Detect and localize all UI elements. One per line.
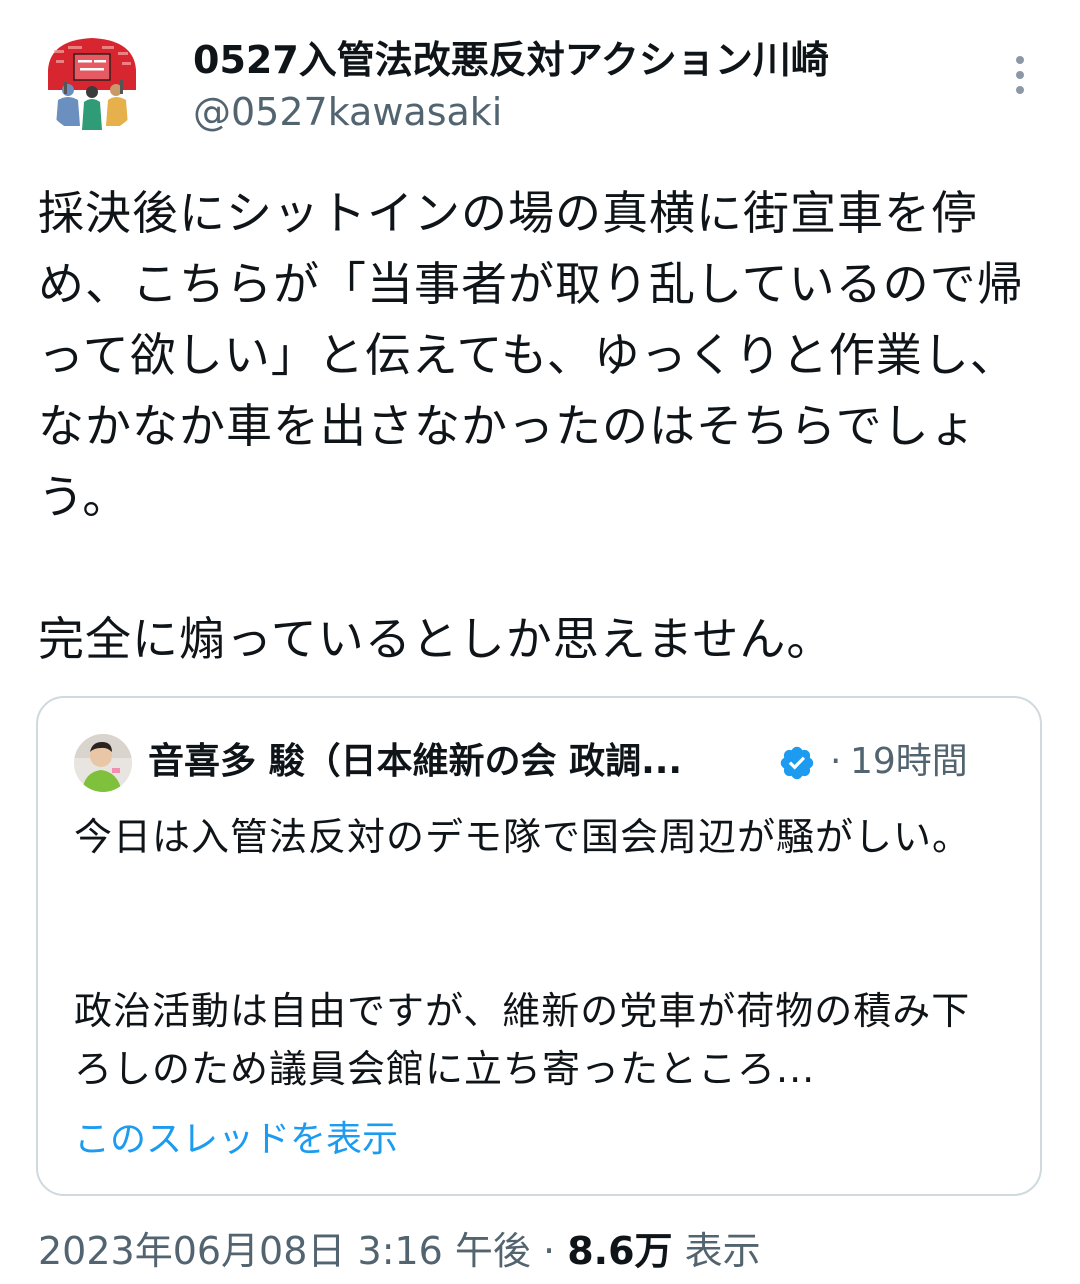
tweet-meta: 2023年06月08日 3:16 午後 · 8.6万 表示 (38, 1226, 761, 1276)
quoted-author-name[interactable]: 音喜多 駿（日本維新の会 政調... (148, 738, 682, 786)
tweet-time[interactable]: 3:16 午後 (358, 1229, 531, 1273)
quoted-tweet-card[interactable]: 音喜多 駿（日本維新の会 政調... · 19時間 今日は入管法反対のデモ隊で国… (36, 696, 1042, 1196)
tweet-text: 採決後にシットインの場の真横に街宣車を停め、こちらが「当事者が取り乱しているので… (38, 186, 1024, 666)
quoted-separator: · (830, 741, 842, 782)
author-avatar[interactable] (40, 30, 144, 134)
tweet-header: 0527入管法改悪反対アクション川崎 @0527kawasaki (0, 0, 1080, 150)
person-avatar-icon (74, 734, 132, 792)
meta-separator: · (543, 1229, 556, 1273)
quoted-timestamp[interactable]: 19時間 (850, 738, 968, 786)
verified-badge-icon (778, 744, 816, 782)
views-label: 表示 (684, 1229, 761, 1273)
tweet-date[interactable]: 2023年06月08日 (38, 1229, 345, 1273)
protest-avatar-icon (40, 30, 144, 134)
more-vertical-icon (1016, 56, 1024, 94)
quoted-author-avatar[interactable] (74, 734, 132, 792)
show-thread-link[interactable]: このスレッドを表示 (74, 1116, 398, 1164)
more-options-button[interactable] (1000, 50, 1040, 100)
views-count[interactable]: 8.6万 (567, 1229, 672, 1273)
author-display-name[interactable]: 0527入管法改悪反対アクション川崎 (193, 36, 829, 84)
quoted-tweet-text: 今日は入管法反対のデモ隊で国会周辺が騒がしい。 政治活動は自由ですが、維新の党車… (74, 815, 972, 1091)
author-handle[interactable]: @0527kawasaki (193, 88, 502, 136)
